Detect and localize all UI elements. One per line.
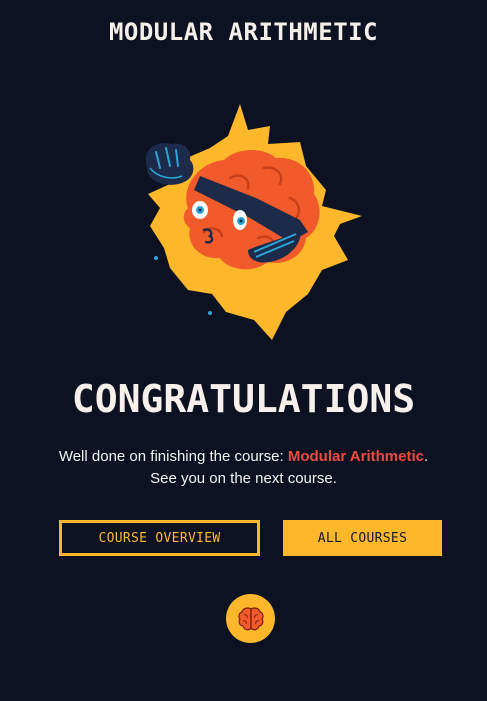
congratulations-heading: CONGRATULATIONS — [71, 377, 416, 421]
brain-logo-button[interactable] — [226, 594, 275, 643]
message-prefix: Well done on finishing the course: — [58, 448, 288, 465]
course-name-highlight: Modular Arithmetic — [287, 448, 424, 465]
exploding-brain-illustration — [130, 98, 370, 348]
page-title: MODULAR ARITHMETIC — [108, 18, 379, 46]
brain-icon — [237, 606, 264, 630]
all-courses-button[interactable]: ALL COURSES — [283, 520, 442, 556]
course-overview-button[interactable]: COURSE OVERVIEW — [59, 520, 260, 556]
message-suffix: . — [423, 448, 429, 465]
completion-message: Well done on finishing the course: Modul… — [0, 446, 487, 490]
completion-message-line-2: See you on the next course. — [150, 470, 337, 487]
completion-message-line-1: Well done on finishing the course: Modul… — [0, 446, 487, 468]
brain-with-fork-icon — [145, 104, 362, 340]
